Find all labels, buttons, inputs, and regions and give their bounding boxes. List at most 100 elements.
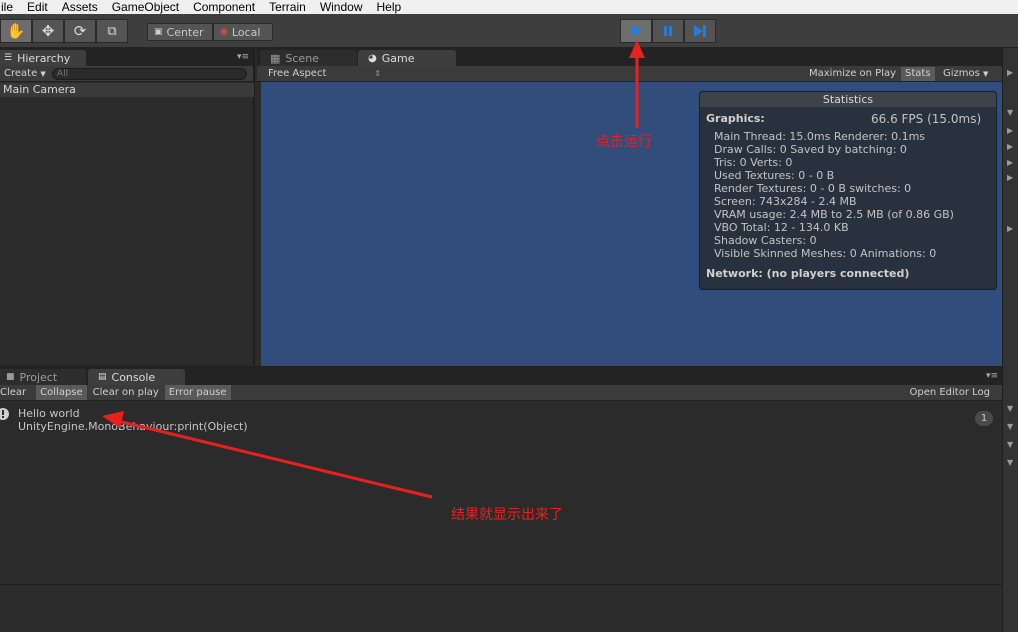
log-stacktrace: UnityEngine.MonoBehaviour:print(Object) [18,420,248,433]
tab-game[interactable]: ◕ Game [358,50,456,66]
hierarchy-search-input[interactable] [52,68,247,80]
dropdown-arrow-icon: ⇕ [374,69,381,78]
scale-tool-button[interactable]: ⧉ [96,19,128,43]
open-editor-log-button[interactable]: Open Editor Log [905,385,994,400]
annotation-result-note: 结果就显示出来了 [451,506,563,522]
collapse-button[interactable]: Collapse [36,385,87,400]
hierarchy-panel: ☰ Hierarchy ▾≡ Create ▼ Main Camera [0,48,255,365]
expand-arrow-icon[interactable]: ▼ [1007,422,1013,431]
clear-on-play-button[interactable]: Clear on play [89,385,163,400]
gizmos-dropdown[interactable]: Gizmos ▼ [939,67,992,81]
stat-line: Shadow Casters: 0 [714,234,817,247]
stat-line: Visible Skinned Meshes: 0 Animations: 0 [714,247,937,260]
chevron-down-icon: ▼ [40,70,46,78]
console-icon: ▤ [98,372,107,382]
console-tabstrip: ■ Project ▤ Console ▾≡ [0,367,1002,385]
move-tool-button[interactable]: ✥ [32,19,64,43]
menu-bar: ile Edit Assets GameObject Component Ter… [0,0,1018,14]
menu-component[interactable]: Component [186,0,262,14]
aspect-dropdown[interactable]: Free Aspect ⇕ [263,66,389,81]
menu-assets[interactable]: Assets [55,0,105,14]
info-icon [0,408,9,420]
maximize-on-play-button[interactable]: Maximize on Play [805,67,900,81]
hierarchy-subbar: Create ▼ [0,66,253,82]
divider [0,584,1002,585]
expand-arrow-icon[interactable]: ▼ [1007,404,1013,413]
play-icon [631,25,642,37]
hand-tool-icon: ✋ [6,22,26,40]
menu-help[interactable]: Help [370,0,409,14]
expand-arrow-icon[interactable]: ▶ [1007,126,1013,135]
stat-line: Draw Calls: 0 Saved by batching: 0 [714,143,907,156]
rotate-tool-icon: ⟳ [73,22,87,40]
stat-line: Render Textures: 0 - 0 B switches: 0 [714,182,912,195]
stat-line: Main Thread: 15.0ms Renderer: 0.1ms [714,130,926,143]
game-subbar: Free Aspect ⇕ Maximize on Play Stats Giz… [257,66,1002,82]
panel-menu-icon[interactable]: ▾≡ [986,371,998,381]
fps-readout: 66.6 FPS (15.0ms) [871,112,982,126]
menu-edit[interactable]: Edit [20,0,55,14]
expand-arrow-icon[interactable]: ▶ [1007,173,1013,182]
tab-hierarchy[interactable]: ☰ Hierarchy [0,50,86,66]
pivot-center-icon: ▣ [154,27,163,37]
log-count-badge: 1 [975,411,993,426]
rotate-tool-button[interactable]: ⟳ [64,19,96,43]
tab-scene[interactable]: ▦ Scene [260,50,357,66]
move-tool-icon: ✥ [41,22,55,40]
hierarchy-tabstrip: ☰ Hierarchy ▾≡ [0,48,253,66]
hierarchy-item-main-camera[interactable]: Main Camera [0,83,254,97]
expand-arrow-icon[interactable]: ▶ [1007,68,1013,77]
stat-line: VBO Total: 12 - 134.0 KB [714,221,849,234]
list-icon: ☰ [4,53,13,63]
pivot-toggles: ▣ Center ◉ Local [147,23,273,41]
expand-arrow-icon[interactable]: ▶ [1007,142,1013,151]
log-message: Hello world [18,407,80,420]
transform-tools: ✋ ✥ ⟳ ⧉ [0,19,128,43]
console-log-entry[interactable]: Hello world UnityEngine.MonoBehaviour:pr… [0,403,1002,433]
stat-line: Used Textures: 0 - 0 B [714,169,835,182]
network-status: Network: (no players connected) [706,267,910,280]
menu-window[interactable]: Window [313,0,370,14]
expand-arrow-icon[interactable]: ▶ [1007,158,1013,167]
toolbar: ✋ ✥ ⟳ ⧉ ▣ Center ◉ Local [0,14,1018,48]
panel-menu-icon[interactable]: ▾≡ [237,52,249,62]
clear-button[interactable]: Clear [0,385,30,400]
pivot-center-button[interactable]: ▣ Center [147,23,213,41]
pause-button[interactable] [652,19,684,43]
stat-line: VRAM usage: 2.4 MB to 2.5 MB (of 0.86 GB… [714,208,954,221]
pivot-local-button[interactable]: ◉ Local [213,23,273,41]
step-icon [694,25,706,37]
local-rotation-icon: ◉ [220,27,228,37]
game-panel: ▦ Scene ◕ Game Free Aspect ⇕ Maximize on… [257,48,1004,366]
game-view-canvas[interactable]: Statistics Graphics: 66.6 FPS (15.0ms) M… [261,82,1004,366]
console-panel: ■ Project ▤ Console ▾≡ Clear Collapse Cl… [0,366,1002,632]
grid-icon: ▦ [270,51,281,65]
menu-gameobject[interactable]: GameObject [105,0,186,14]
game-tabstrip: ▦ Scene ◕ Game [257,48,1002,66]
annotation-play-note: 点击运行 [596,133,652,149]
step-button[interactable] [684,19,716,43]
graphics-label: Graphics: [706,112,765,125]
error-pause-button[interactable]: Error pause [164,385,231,400]
chevron-down-icon: ▼ [983,70,989,78]
play-controls [620,19,716,43]
statistics-title: Statistics [700,92,996,107]
create-dropdown[interactable]: Create ▼ [0,68,50,79]
expand-arrow-icon[interactable]: ▶ [1007,224,1013,233]
play-button[interactable] [620,19,652,43]
menu-file[interactable]: ile [0,0,20,14]
tab-console[interactable]: ▤ Console [88,369,185,385]
inspector-edge: ▶ ▼ ▶ ▶ ▶ ▶ ▶ ▼ ▼ ▼ ▼ [1002,48,1018,632]
expand-arrow-icon[interactable]: ▼ [1007,108,1013,117]
game-icon: ◕ [368,52,377,64]
expand-arrow-icon[interactable]: ▼ [1007,440,1013,449]
tab-project[interactable]: ■ Project [0,369,86,385]
stats-button[interactable]: Stats [901,67,935,81]
hand-tool-button[interactable]: ✋ [0,19,32,43]
statistics-overlay: Statistics Graphics: 66.6 FPS (15.0ms) M… [699,91,997,290]
folder-icon: ■ [6,372,15,382]
console-subbar: Clear Collapse Clear on play Error pause… [0,385,1002,401]
expand-arrow-icon[interactable]: ▼ [1007,458,1013,467]
stat-line: Tris: 0 Verts: 0 [714,156,793,169]
menu-terrain[interactable]: Terrain [262,0,313,14]
